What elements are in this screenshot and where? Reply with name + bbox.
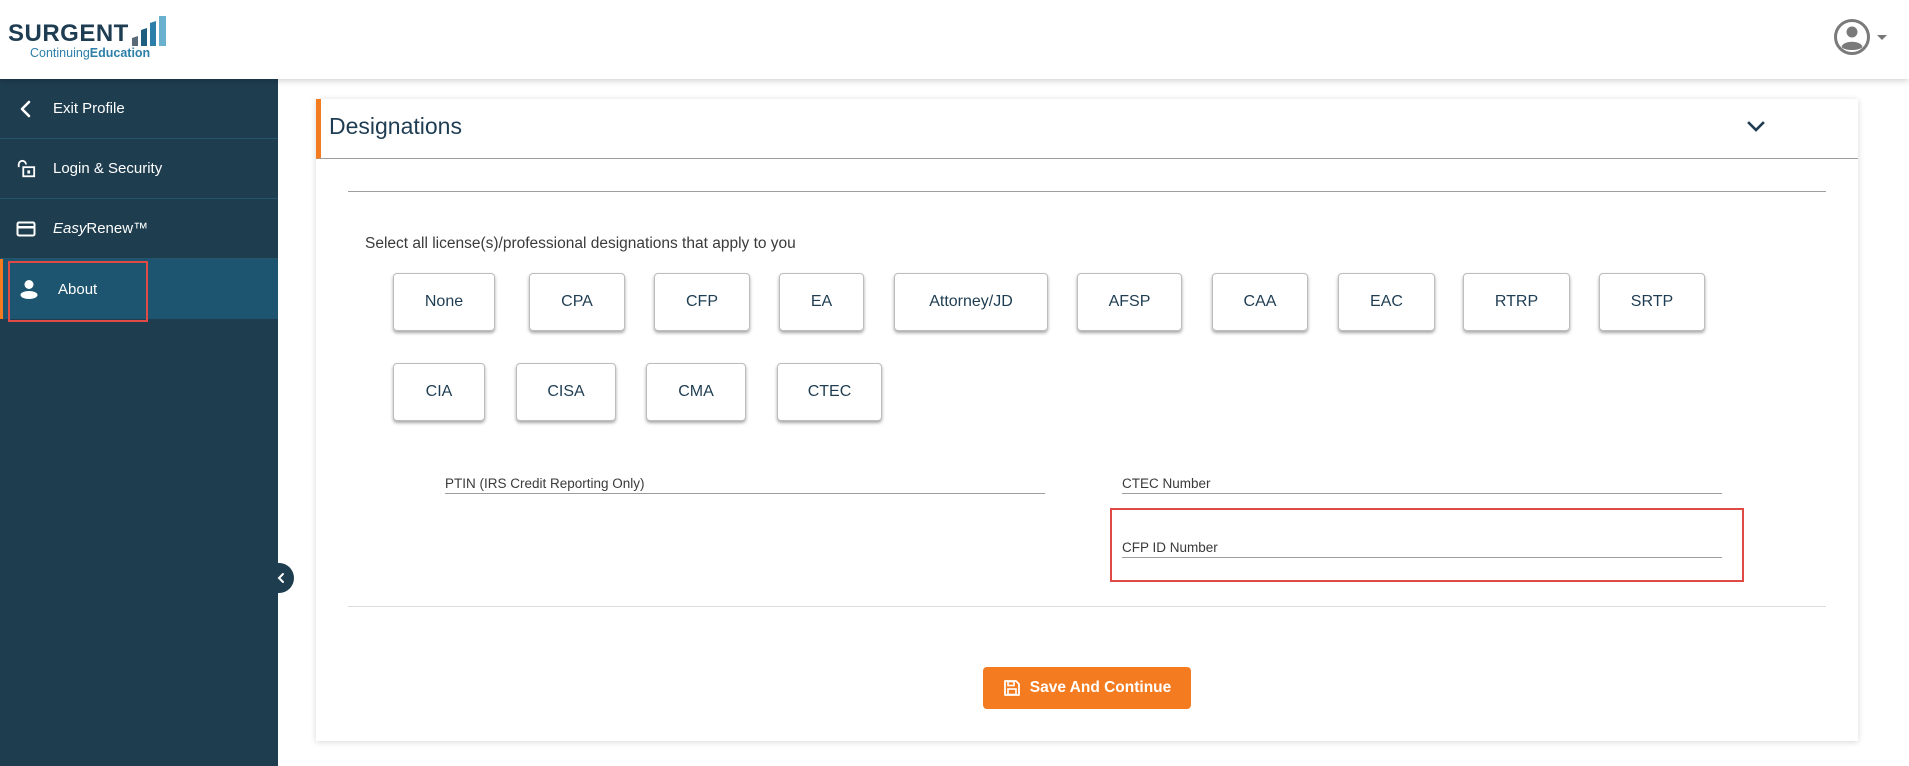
sidebar-item-label: Login & Security xyxy=(53,160,163,177)
logo-subtitle: ContinuingEducation xyxy=(30,46,150,60)
sidebar-item-label: Exit Profile xyxy=(53,100,125,117)
user-circle-icon xyxy=(1834,19,1870,55)
designation-cma[interactable]: CMA xyxy=(646,363,746,421)
save-and-continue-button[interactable]: Save And Continue xyxy=(983,667,1191,709)
sidebar-item-about[interactable]: About xyxy=(0,259,278,319)
chevron-left-icon xyxy=(277,573,284,583)
designation-afsp[interactable]: AFSP xyxy=(1077,273,1182,331)
ctec-number-field[interactable]: CTEC Number xyxy=(1122,464,1722,494)
designation-eac[interactable]: EAC xyxy=(1338,273,1435,331)
chevron-left-icon xyxy=(16,99,36,119)
designations-prompt: Select all license(s)/professional desig… xyxy=(365,235,796,252)
sidebar-item-label: EasyRenew™ xyxy=(53,220,148,237)
credit-card-icon xyxy=(16,219,36,239)
section-title: Designations xyxy=(329,113,462,139)
chevron-down-icon[interactable] xyxy=(1744,115,1768,139)
logo-wordmark: SURGENT xyxy=(8,20,129,47)
designation-ctec[interactable]: CTEC xyxy=(777,363,882,421)
divider xyxy=(348,191,1826,192)
designation-srtp[interactable]: SRTP xyxy=(1599,273,1705,331)
logo-sub-bold: Education xyxy=(89,46,151,60)
designation-attorney-jd[interactable]: Attorney/JD xyxy=(894,273,1048,331)
user-menu-button[interactable] xyxy=(1833,18,1887,56)
sidebar-item-label: About xyxy=(58,280,98,298)
user-icon xyxy=(19,279,39,299)
designation-cisa[interactable]: CISA xyxy=(516,363,616,421)
ptin-field[interactable]: PTIN (IRS Credit Reporting Only) xyxy=(445,464,1045,494)
unlock-icon xyxy=(16,159,36,179)
designation-cpa[interactable]: CPA xyxy=(529,273,625,331)
ctec-number-input[interactable] xyxy=(1122,464,1722,493)
designation-cia[interactable]: CIA xyxy=(393,363,485,421)
designation-cfp[interactable]: CFP xyxy=(654,273,750,331)
floppy-disk-icon xyxy=(1003,680,1020,696)
designation-caa[interactable]: CAA xyxy=(1212,273,1308,331)
cfp-id-field[interactable]: CFP ID Number xyxy=(1122,528,1722,558)
sidebar-item-exit-profile[interactable]: Exit Profile xyxy=(0,79,278,139)
save-button-label: Save And Continue xyxy=(1029,679,1172,696)
ptin-input[interactable] xyxy=(445,464,1045,493)
sidebar-item-easyrenew[interactable]: EasyRenew™ xyxy=(0,199,278,259)
designations-card: Designations Select all license(s)/profe… xyxy=(316,99,1858,741)
sidebar: Exit Profile Login & Security EasyRenew™… xyxy=(0,79,278,766)
designation-ea[interactable]: EA xyxy=(779,273,864,331)
logo-bars-icon xyxy=(132,16,166,46)
designation-rtrp[interactable]: RTRP xyxy=(1463,273,1570,331)
easy-italic: Easy xyxy=(53,220,87,237)
caret-down-icon xyxy=(1877,34,1887,40)
renew-text: Renew™ xyxy=(86,220,149,237)
logo-sub-light: Continuing xyxy=(30,46,90,60)
divider xyxy=(348,606,1826,607)
cfp-id-input[interactable] xyxy=(1122,528,1722,557)
card-header[interactable]: Designations xyxy=(316,99,1858,159)
top-header: SURGENT ContinuingEducation xyxy=(0,0,1909,79)
sidebar-collapse-button[interactable] xyxy=(268,563,294,593)
designation-none[interactable]: None xyxy=(393,273,495,331)
surgent-logo[interactable]: SURGENT ContinuingEducation xyxy=(8,14,168,62)
sidebar-item-login-security[interactable]: Login & Security xyxy=(0,139,278,199)
